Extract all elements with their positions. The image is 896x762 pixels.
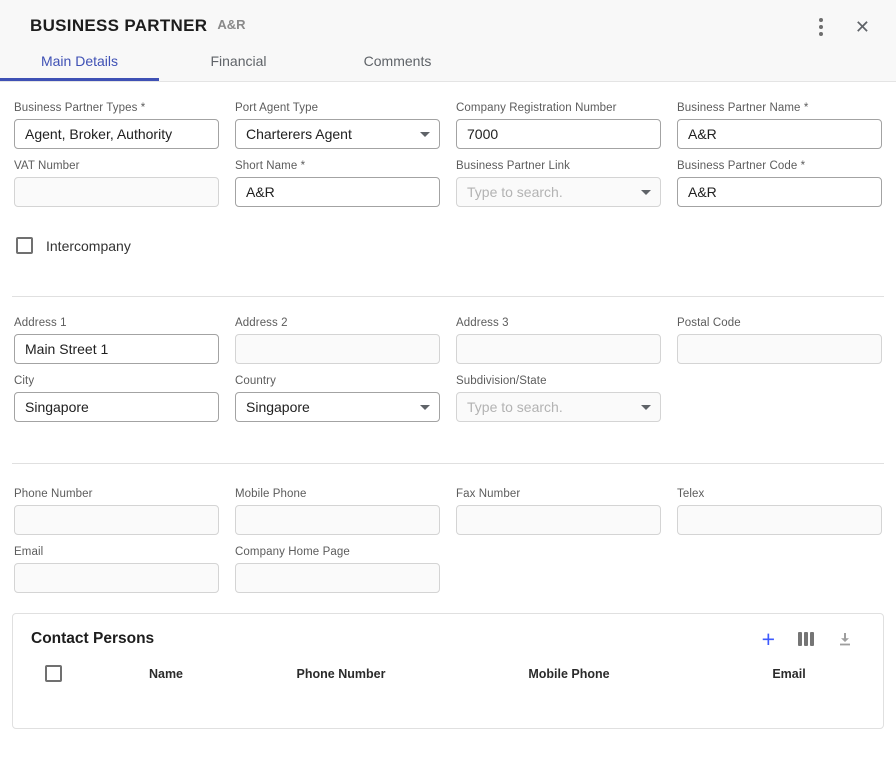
field-label: Address 1 — [14, 317, 219, 329]
field-postal-code: Postal Code — [677, 317, 882, 364]
field-business-partner-name: Business Partner Name * — [677, 102, 882, 149]
city-input[interactable] — [14, 392, 219, 422]
page-subtitle: A&R — [217, 16, 245, 33]
intercompany-row: Intercompany — [0, 207, 896, 254]
business-partner-code-input[interactable] — [677, 177, 882, 207]
business-partner-name-input[interactable] — [677, 119, 882, 149]
short-name-input[interactable] — [235, 177, 440, 207]
subdivision-state-select[interactable]: Type to search. — [456, 392, 661, 422]
column-header-mobile-phone: Mobile Phone — [443, 667, 695, 681]
column-header-name: Name — [93, 667, 239, 681]
field-short-name: Short Name * — [235, 160, 440, 207]
field-company-registration-number: Company Registration Number — [456, 102, 661, 149]
field-label: Fax Number — [456, 488, 661, 500]
intercompany-label: Intercompany — [46, 238, 131, 254]
field-label: Company Registration Number — [456, 102, 661, 114]
field-label: Business Partner Types * — [14, 102, 219, 114]
field-label: Phone Number — [14, 488, 219, 500]
section-address: Address 1 Address 2 Address 3 Postal Cod… — [0, 297, 896, 422]
download-icon[interactable] — [837, 631, 853, 647]
page-title: BUSINESS PARTNER — [30, 16, 207, 36]
field-address-2: Address 2 — [235, 317, 440, 364]
field-email: Email — [14, 546, 219, 593]
company-registration-number-input[interactable] — [456, 119, 661, 149]
field-label: Mobile Phone — [235, 488, 440, 500]
contact-persons-card: Contact Persons + Name Phone Number Mobi… — [12, 613, 884, 729]
tab-financial[interactable]: Financial — [159, 41, 318, 81]
address-2-input[interactable] — [235, 334, 440, 364]
company-home-page-input[interactable] — [235, 563, 440, 593]
field-country: Country Singapore — [235, 375, 440, 422]
field-label: City — [14, 375, 219, 387]
select-all-checkbox[interactable] — [45, 665, 62, 682]
field-phone-number: Phone Number — [14, 488, 219, 535]
field-subdivision-state: Subdivision/State Type to search. — [456, 375, 661, 422]
field-company-home-page: Company Home Page — [235, 546, 440, 593]
vat-number-input[interactable] — [14, 177, 219, 207]
tab-main-details[interactable]: Main Details — [0, 41, 159, 81]
fax-number-input[interactable] — [456, 505, 661, 535]
chevron-down-icon — [420, 132, 430, 137]
field-business-partner-types: Business Partner Types * — [14, 102, 219, 149]
section-contact-info: Phone Number Mobile Phone Fax Number Tel… — [0, 464, 896, 593]
port-agent-type-select[interactable]: Charterers Agent — [235, 119, 440, 149]
business-partner-link-select[interactable]: Type to search. — [456, 177, 661, 207]
phone-number-input[interactable] — [14, 505, 219, 535]
email-input[interactable] — [14, 563, 219, 593]
country-select[interactable]: Singapore — [235, 392, 440, 422]
field-label: Postal Code — [677, 317, 882, 329]
field-telex: Telex — [677, 488, 882, 535]
field-label: Address 3 — [456, 317, 661, 329]
field-address-3: Address 3 — [456, 317, 661, 364]
field-business-partner-link: Business Partner Link Type to search. — [456, 160, 661, 207]
column-header-email: Email — [695, 667, 883, 681]
address-1-input[interactable] — [14, 334, 219, 364]
business-partner-types-input[interactable] — [14, 119, 219, 149]
field-spacer — [677, 375, 882, 422]
field-mobile-phone: Mobile Phone — [235, 488, 440, 535]
close-icon[interactable]: ✕ — [855, 18, 870, 36]
field-address-1: Address 1 — [14, 317, 219, 364]
contact-persons-table-header: Name Phone Number Mobile Phone Email — [13, 665, 883, 682]
telex-input[interactable] — [677, 505, 882, 535]
field-label: Port Agent Type — [235, 102, 440, 114]
field-city: City — [14, 375, 219, 422]
field-fax-number: Fax Number — [456, 488, 661, 535]
field-label: Short Name * — [235, 160, 440, 172]
field-label: Subdivision/State — [456, 375, 661, 387]
tab-comments[interactable]: Comments — [318, 41, 477, 81]
columns-icon[interactable] — [798, 632, 814, 646]
chevron-down-icon — [420, 405, 430, 410]
field-business-partner-code: Business Partner Code * — [677, 160, 882, 207]
dialog-header: BUSINESS PARTNER A&R ✕ Main Details Fina… — [0, 0, 896, 82]
tab-bar: Main Details Financial Comments — [0, 41, 896, 81]
field-label: Business Partner Code * — [677, 160, 882, 172]
address-3-input[interactable] — [456, 334, 661, 364]
chevron-down-icon — [641, 405, 651, 410]
chevron-down-icon — [641, 190, 651, 195]
field-label: Business Partner Name * — [677, 102, 882, 114]
field-label: Email — [14, 546, 219, 558]
mobile-phone-input[interactable] — [235, 505, 440, 535]
field-label: Address 2 — [235, 317, 440, 329]
field-port-agent-type: Port Agent Type Charterers Agent — [235, 102, 440, 149]
field-label: Company Home Page — [235, 546, 440, 558]
postal-code-input[interactable] — [677, 334, 882, 364]
section-main-details: Business Partner Types * Port Agent Type… — [0, 82, 896, 207]
field-label: Telex — [677, 488, 882, 500]
contact-persons-title: Contact Persons — [31, 630, 154, 648]
kebab-menu-icon[interactable] — [813, 16, 829, 38]
add-contact-button[interactable]: + — [762, 629, 775, 649]
field-vat-number: VAT Number — [14, 160, 219, 207]
field-label: VAT Number — [14, 160, 219, 172]
field-label: Country — [235, 375, 440, 387]
field-label: Business Partner Link — [456, 160, 661, 172]
intercompany-checkbox[interactable] — [16, 237, 33, 254]
column-header-phone-number: Phone Number — [239, 667, 443, 681]
